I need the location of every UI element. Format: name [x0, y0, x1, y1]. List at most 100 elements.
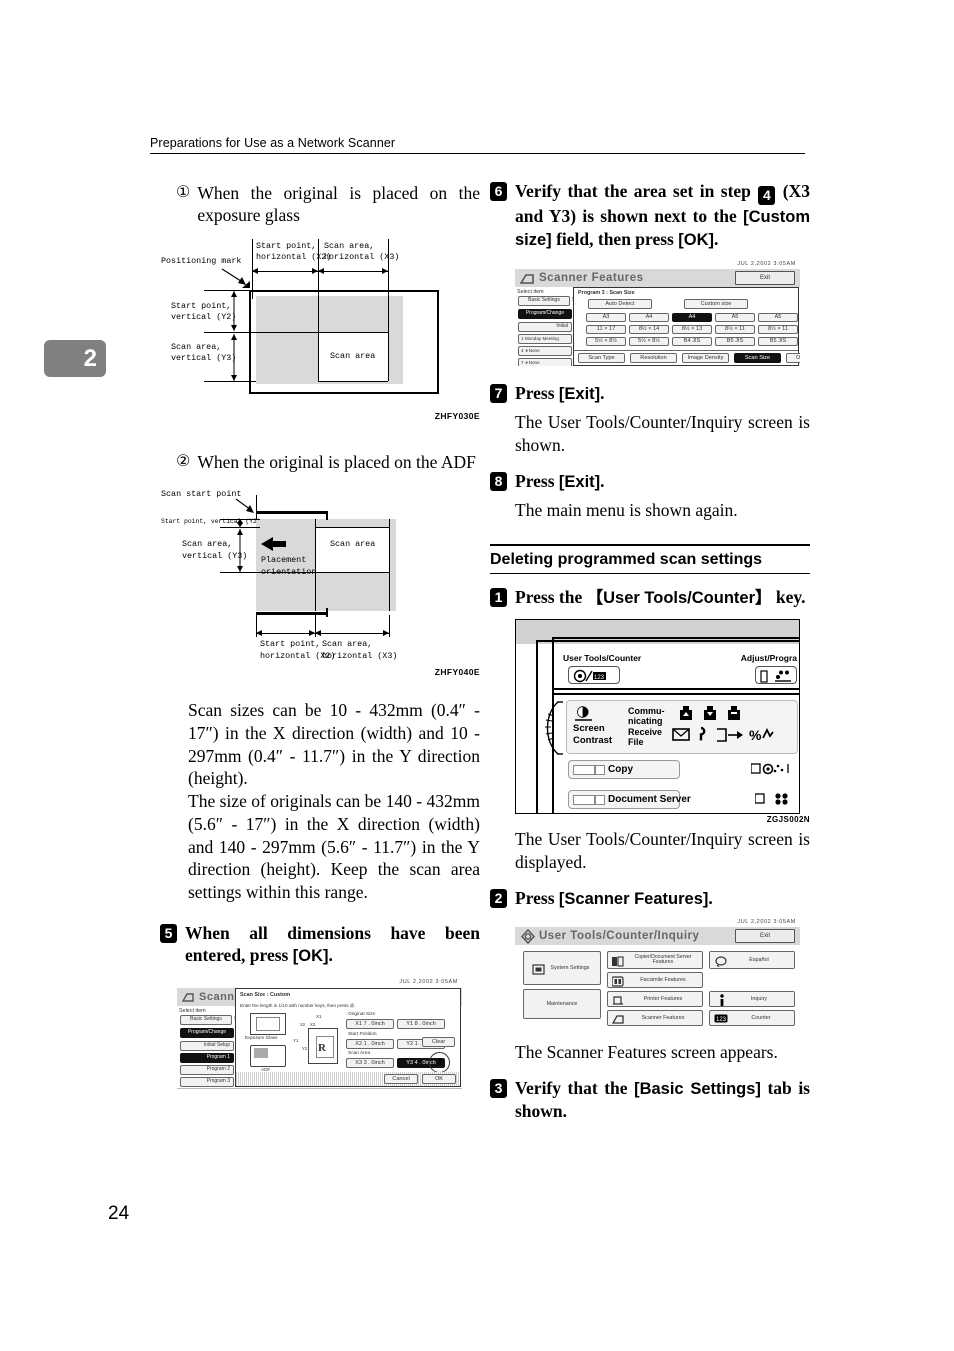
size-button[interactable]: 8½ × 11: [715, 324, 755, 334]
step-6: 6 Verify that the area set in step 4 (X3…: [490, 180, 810, 251]
user-tools-counter-key[interactable]: 123: [568, 666, 620, 685]
menu-copier-document-server-features[interactable]: Copier/Document Server Features: [607, 951, 703, 970]
field-x3[interactable]: X3 3 . 0 inch: [346, 1058, 394, 1069]
hash-key-button[interactable]: #: [429, 1052, 450, 1074]
mini-tag-x3: X3: [310, 1022, 316, 1028]
tab-scan-size[interactable]: Scan Size: [734, 352, 781, 363]
cancel-button[interactable]: Cancel: [384, 1074, 418, 1085]
step-delete-2: 2 Press [Scanner Features].: [490, 887, 810, 910]
size-button[interactable]: A5: [758, 312, 798, 322]
figure-divider: [388, 295, 389, 381]
menu-label: Scanner Features: [641, 1015, 685, 1022]
auto-detect-button[interactable]: Auto Detect: [588, 298, 652, 309]
sidebar-initial-setup[interactable]: Initial Setup: [180, 1041, 234, 1052]
step-delete-2-note: The Scanner Features screen appears.: [515, 1042, 778, 1063]
step-text: When all dimensions have been entered, p…: [185, 922, 480, 967]
label-placement-orientation: Placement orientation: [261, 555, 317, 577]
adjust-program-key[interactable]: [755, 666, 797, 685]
group-label-start-position: Start Position: [348, 1032, 377, 1038]
menu-facsimile-features[interactable]: Facsimile Features: [607, 972, 703, 989]
size-button[interactable]: B5 JIS: [758, 336, 798, 346]
figure-divider: [315, 527, 389, 529]
sidebar-program-4-none[interactable]: 4 ∗None: [518, 345, 572, 356]
tab-image-density[interactable]: Image Density: [682, 352, 729, 363]
size-button[interactable]: 5½ × 8½: [586, 336, 626, 346]
size-button[interactable]: 5½ × 8½: [629, 336, 669, 346]
sidebar-program-2[interactable]: Program 2: [180, 1065, 234, 1076]
menu-label: Facsimile Features: [640, 977, 686, 984]
dialog-title: Scan Size : Custom: [240, 992, 291, 999]
step-number: 5: [160, 923, 177, 943]
menu-maintenance[interactable]: Maintenance: [523, 989, 601, 1020]
field-y1[interactable]: Y1 8 . 0 inch: [397, 1019, 445, 1030]
hash-label: #: [436, 1057, 442, 1068]
field-x2[interactable]: X2 1 . 0 inch: [346, 1039, 394, 1050]
tab-scan-type[interactable]: Scan Type: [578, 352, 625, 363]
step-text-a: Verify that the: [515, 1078, 635, 1099]
ds-led-rect: [573, 795, 595, 806]
tab-basic-settings[interactable]: Basic Settings: [518, 295, 570, 306]
icon-exposure-glass-inner: [256, 1017, 280, 1032]
step-8: 8 Press [Exit].: [490, 470, 810, 493]
lcd-title-text: Scanner Features: [539, 271, 644, 284]
ds-led-round: [595, 795, 605, 806]
language-icon: [715, 956, 727, 968]
field-x1[interactable]: X1 7 . 0 inch: [346, 1019, 394, 1030]
menu-system-settings[interactable]: System Settings: [523, 951, 601, 986]
size-button[interactable]: A4: [629, 312, 669, 322]
step-text-a: Press: [515, 382, 559, 403]
clear-button[interactable]: Clear: [422, 1037, 455, 1048]
sidebar-program-change[interactable]: Program/Change: [518, 308, 572, 319]
size-button[interactable]: B5 JIS: [715, 336, 755, 346]
sidebar-program-monday-meeting[interactable]: 1 Monday Meeting: [518, 333, 572, 344]
label-adjust-program: Adjust/Progra: [740, 653, 797, 664]
custom-size-button[interactable]: Custom size: [684, 298, 748, 309]
dim-line: [389, 615, 390, 638]
menu-counter[interactable]: 123 Counter: [709, 1010, 795, 1027]
sidebar-program-3[interactable]: Program 3: [180, 1077, 234, 1088]
scanner-icon: [520, 274, 534, 284]
size-button[interactable]: 8½ × 14: [629, 324, 669, 334]
size-button[interactable]: 11 × 17: [586, 324, 626, 334]
ui-label-ok: [OK]: [292, 947, 329, 966]
ui-label-scanner-features: [Scanner Features]: [558, 889, 709, 908]
size-button[interactable]: A3: [586, 312, 626, 322]
label-document-server: Document Server: [608, 794, 691, 806]
field-tag: Y2: [406, 1040, 414, 1047]
size-button[interactable]: B4 JIS: [672, 336, 712, 346]
step-number: 8: [490, 472, 507, 492]
fax-icon: [612, 976, 624, 988]
tab-basic-settings[interactable]: Basic Settings: [180, 1015, 232, 1026]
dim-line: [256, 495, 257, 520]
size-button-selected[interactable]: A4: [672, 312, 712, 322]
size-button[interactable]: A5: [715, 312, 755, 322]
menu-espanol[interactable]: Español: [709, 951, 795, 970]
sidebar-program-1[interactable]: Program 1: [180, 1053, 234, 1064]
ok-button[interactable]: OK: [422, 1074, 456, 1085]
group-label-scan-area: Scan Area: [348, 1051, 371, 1057]
field-value: 1 . 0: [363, 1040, 375, 1047]
exit-button[interactable]: Exit: [735, 929, 795, 944]
menu-label: Counter: [751, 1015, 771, 1022]
screen-contrast-icon: [575, 706, 592, 721]
size-button[interactable]: 8½ × 13: [672, 324, 712, 334]
ui-label-user-tools-counter-key: 【User Tools/Counter】: [586, 589, 772, 608]
size-button[interactable]: 8½ × 11: [758, 324, 798, 334]
sidebar-initial[interactable]: Initial: [518, 321, 572, 332]
tab-resolution[interactable]: Resolution: [630, 352, 677, 363]
sidebar-program-7-none[interactable]: 7 ∗None: [518, 357, 572, 366]
menu-scanner-features[interactable]: Scanner Features: [607, 1010, 703, 1027]
ok-button[interactable]: OK: [786, 352, 800, 363]
field-tag: Y1: [406, 1020, 414, 1027]
lcd-select-item: Select item: [517, 288, 544, 295]
exit-button[interactable]: Exit: [735, 270, 795, 285]
dim-arrow: [252, 270, 318, 272]
label-receive-file: Receive File: [628, 727, 663, 748]
menu-inquiry[interactable]: Inquiry: [709, 991, 795, 1008]
menu-printer-features[interactable]: Printer Features: [607, 991, 703, 1008]
step-delete-1: 1 Press the 【User Tools/Counter】 key.: [490, 586, 810, 609]
sidebar-program-change[interactable]: Program/Change: [180, 1028, 234, 1039]
contrast-dial-icon[interactable]: [540, 700, 566, 756]
step-delete-3: 3 Verify that the [Basic Settings] tab i…: [490, 1077, 810, 1122]
step-8-note: The main menu is shown again.: [515, 500, 738, 521]
